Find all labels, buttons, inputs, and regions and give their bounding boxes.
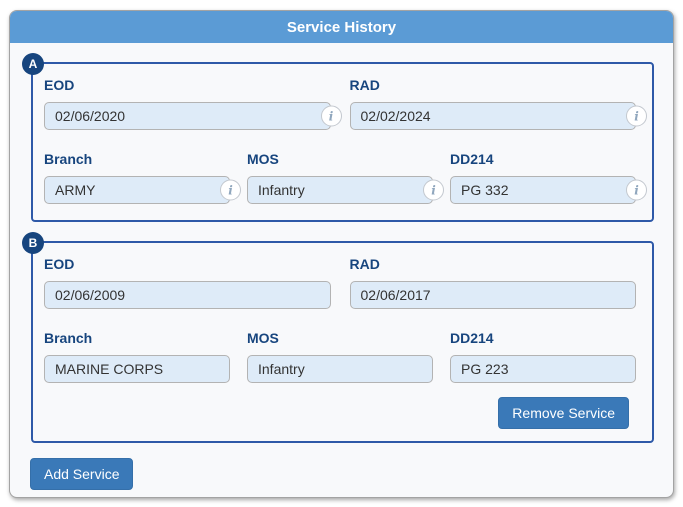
- dd214-label: DD214: [450, 330, 494, 346]
- service-history-panel: Service History A EOD i RAD i: [9, 10, 674, 498]
- panel-body: A EOD i RAD i: [10, 43, 673, 497]
- mos-input[interactable]: [247, 355, 433, 383]
- rad-input[interactable]: [349, 281, 636, 309]
- remove-service-button[interactable]: Remove Service: [498, 397, 629, 429]
- field-dd214-b: DD214: [450, 330, 636, 383]
- dd214-label: DD214: [450, 151, 494, 167]
- mos-input[interactable]: [247, 176, 433, 204]
- rad-label: RAD: [349, 256, 380, 272]
- field-rad-a: RAD i: [349, 77, 647, 130]
- mos-label: MOS: [247, 330, 279, 346]
- dd214-input[interactable]: [450, 355, 636, 383]
- field-eod-a: EOD i: [44, 77, 342, 130]
- field-eod-b: EOD: [44, 256, 331, 309]
- service-a-badge: A: [22, 53, 44, 75]
- branch-label: Branch: [44, 151, 93, 167]
- service-entry-b: B EOD RAD Branch: [22, 232, 654, 443]
- info-icon[interactable]: i: [220, 179, 241, 201]
- branch-input[interactable]: [44, 355, 230, 383]
- info-icon[interactable]: i: [626, 105, 647, 127]
- branch-label: Branch: [44, 330, 93, 346]
- field-branch-a: Branch i: [44, 151, 241, 204]
- eod-label: EOD: [44, 256, 75, 272]
- mos-label: MOS: [247, 151, 279, 167]
- field-mos-a: MOS i: [247, 151, 444, 204]
- field-mos-b: MOS: [247, 330, 433, 383]
- rad-input[interactable]: [349, 102, 636, 130]
- add-service-button[interactable]: Add Service: [30, 458, 134, 490]
- panel-header: Service History: [10, 11, 673, 43]
- branch-input[interactable]: [44, 176, 230, 204]
- eod-input[interactable]: [44, 281, 331, 309]
- info-icon[interactable]: i: [320, 105, 342, 127]
- rad-label: RAD: [349, 77, 380, 93]
- eod-label: EOD: [44, 77, 75, 93]
- service-entry-a: A EOD i RAD i: [22, 53, 654, 222]
- info-icon[interactable]: i: [626, 179, 647, 201]
- service-b-badge: B: [22, 232, 44, 254]
- field-dd214-a: DD214 i: [450, 151, 647, 204]
- panel-title: Service History: [286, 18, 397, 36]
- field-rad-b: RAD: [349, 256, 636, 309]
- eod-input[interactable]: [44, 102, 331, 130]
- field-branch-b: Branch: [44, 330, 230, 383]
- info-icon[interactable]: i: [423, 179, 444, 201]
- dd214-input[interactable]: [450, 176, 636, 204]
